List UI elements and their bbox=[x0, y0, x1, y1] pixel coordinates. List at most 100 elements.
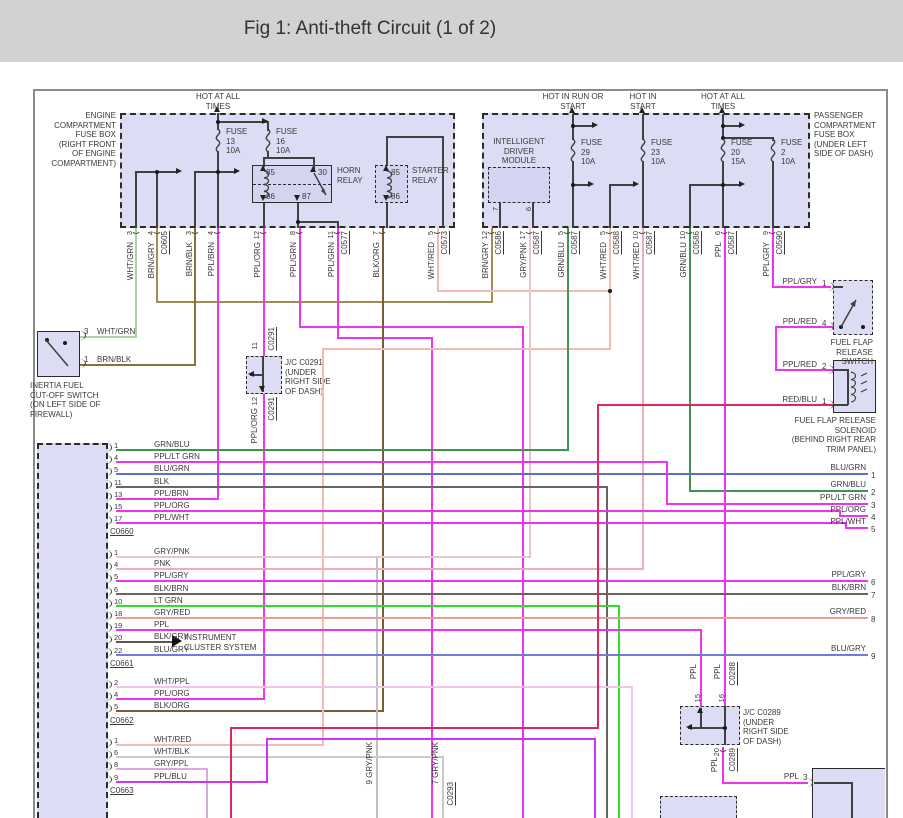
connector-pin-row: 5BLK/ORG bbox=[102, 701, 232, 713]
pin-bracket bbox=[104, 692, 112, 701]
arrow-left-icon bbox=[248, 371, 254, 377]
wire-segment bbox=[297, 221, 338, 223]
wire-segment bbox=[522, 326, 524, 818]
inertia-label: INERTIA FUEL CUT-OFF SWITCH (ON LEFT SID… bbox=[30, 381, 101, 419]
pin-bracket bbox=[104, 635, 112, 644]
wire-segment bbox=[631, 686, 633, 818]
pin-bracket bbox=[104, 443, 112, 452]
jc291-bot-conn: C0291 bbox=[267, 397, 276, 421]
jc291-top-pin: 11 bbox=[250, 342, 259, 350]
solenoid-wire-2: PPL/RED bbox=[757, 360, 817, 370]
jc291-top-conn: C0291 bbox=[267, 327, 276, 351]
fuse-2-icon bbox=[768, 139, 778, 162]
connector-stub: 17GRY/PNKC0587 bbox=[517, 229, 545, 307]
fuse-16-label: FUSE1610A bbox=[276, 127, 297, 156]
title-bar: Fig 1: Anti-theft Circuit (1 of 2) bbox=[0, 0, 903, 62]
horn-relay-switch-icon bbox=[312, 172, 329, 198]
connector-pin-row: 4PPL/LT GRN bbox=[102, 452, 232, 464]
arrow-up-icon bbox=[214, 106, 220, 112]
wire-segment bbox=[386, 203, 388, 228]
fuse-29-icon bbox=[568, 139, 578, 162]
wire-segment bbox=[135, 171, 137, 228]
wire-segment bbox=[572, 125, 592, 127]
starter-pin-86: 86 bbox=[391, 192, 400, 202]
jc289-wire-b: PPL bbox=[713, 664, 722, 679]
connector-label-c0661: C0661 bbox=[110, 659, 134, 669]
junction-dot bbox=[216, 170, 220, 174]
connector-label-c0663: C0663 bbox=[110, 786, 134, 796]
arrow-right-icon bbox=[262, 118, 268, 124]
fuse-13-icon bbox=[213, 129, 223, 152]
intelligent-driver-module bbox=[488, 167, 550, 203]
connector-group-c0661: 1GRY/PNK4PNK5PPL/GRY6BLK/BRN10LT GRN18GR… bbox=[102, 547, 232, 657]
arrow-right-icon bbox=[234, 168, 240, 174]
wire-segment bbox=[299, 326, 524, 328]
wire-segment bbox=[845, 527, 868, 529]
diagram-page: Fig 1: Anti-theft Circuit (1 of 2) ENGIN… bbox=[0, 0, 903, 818]
wire-segment bbox=[263, 157, 315, 159]
wire-segment bbox=[156, 171, 158, 228]
connector-pin-row: 4PPL/ORG bbox=[102, 689, 232, 701]
connector-stub: 4PPL/BRN bbox=[205, 229, 233, 307]
fuse-2-label: FUSE210A bbox=[781, 138, 802, 167]
pin-bracket bbox=[104, 750, 112, 759]
wire-segment bbox=[618, 605, 620, 818]
connector-stub: 8PPL/GRN bbox=[287, 229, 315, 307]
connector-pin-row: 2WHT/PPL bbox=[102, 677, 232, 689]
inertia-wire-3: WHT/GRN bbox=[97, 327, 135, 337]
junction-dot bbox=[861, 325, 865, 329]
arrow-right-icon bbox=[739, 181, 745, 187]
jc291-bot-pin: 12 bbox=[250, 397, 259, 405]
arrow-up-icon bbox=[639, 107, 645, 113]
bottom-stub-conn: C0293 bbox=[446, 782, 455, 806]
connector-pin-row: 6BLK/BRN bbox=[102, 584, 232, 596]
connector-pin-row: 8GRY/PPL bbox=[102, 759, 232, 771]
wire-segment bbox=[609, 184, 633, 186]
starter-pin-85: 85 bbox=[391, 168, 400, 178]
connector-stub: 11PPL/GRNC0577 bbox=[325, 229, 353, 307]
connector-stub: 6PPLC0587 bbox=[712, 229, 740, 307]
connector-pin-row: 20BLK/GRY bbox=[102, 632, 232, 644]
connector-pin-row: 4PNK bbox=[102, 559, 232, 571]
wire-segment bbox=[722, 161, 724, 228]
wire-segment bbox=[594, 738, 596, 818]
connector-label-c0662: C0662 bbox=[110, 716, 134, 726]
module-label: INTELLIGENT DRIVER MODULE bbox=[488, 137, 550, 166]
pin-bracket bbox=[104, 550, 112, 559]
connector-pin-row: 15PPL/ORG bbox=[102, 501, 232, 513]
pin-bracket bbox=[718, 742, 728, 752]
connector-pin-row: 11BLK bbox=[102, 477, 232, 489]
arrow-right-icon bbox=[739, 122, 745, 128]
wire-segment bbox=[386, 136, 443, 138]
arrow-right-icon bbox=[176, 168, 182, 174]
wire-segment bbox=[266, 738, 596, 740]
pin-bracket bbox=[104, 492, 112, 501]
horn-relay-label: HORN RELAY bbox=[337, 166, 363, 185]
wire-segment bbox=[572, 161, 574, 228]
bottom-stub-label: 7 GRY/PNK bbox=[431, 742, 440, 785]
wire-segment bbox=[194, 171, 196, 228]
wire-segment bbox=[688, 727, 725, 729]
inertia-switch-contact-icon bbox=[45, 339, 71, 368]
pin-bracket bbox=[104, 587, 112, 596]
inertia-wire-1: BRN/BLK bbox=[97, 355, 131, 365]
solenoid-coil-icon bbox=[850, 372, 870, 402]
junction-dot bbox=[571, 124, 575, 128]
connector-pin-row: 5BLU/GRN bbox=[102, 464, 232, 476]
arrow-up-icon bbox=[569, 107, 575, 113]
junction-dot bbox=[721, 183, 725, 187]
wire-segment bbox=[230, 727, 598, 729]
connector-pin-row: 13PPL/BRN bbox=[102, 489, 232, 501]
jc289-pin-15: 15 bbox=[693, 694, 702, 702]
wire-segment bbox=[499, 203, 501, 228]
wire-segment bbox=[722, 747, 724, 784]
wire-segment bbox=[833, 369, 848, 371]
junction-dot bbox=[571, 183, 575, 187]
connector-stub: 7BLK/ORG bbox=[370, 229, 398, 307]
connector-pin-row: 5PPL/GRY bbox=[102, 571, 232, 583]
fuse-23-label: FUSE2310A bbox=[651, 138, 672, 167]
fuse-29-label: FUSE2910A bbox=[581, 138, 602, 167]
junction-dot bbox=[721, 124, 725, 128]
starter-relay-coil-icon bbox=[383, 171, 392, 198]
arrow-down-icon bbox=[259, 386, 265, 392]
